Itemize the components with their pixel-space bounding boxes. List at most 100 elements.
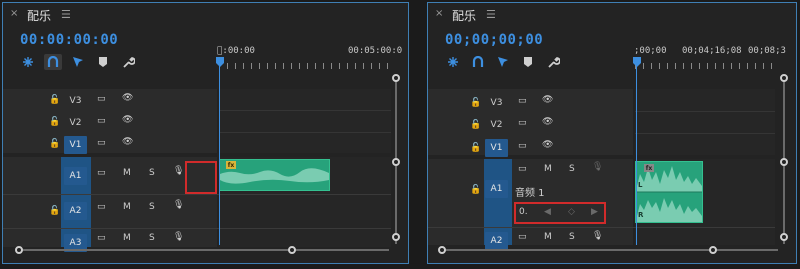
sync-lock-icon[interactable]: ▭: [97, 202, 106, 212]
time-ruler[interactable]: [635, 63, 775, 69]
track-name-a2[interactable]: A2: [485, 232, 508, 250]
scroll-knob[interactable]: [780, 158, 788, 166]
mute-button[interactable]: M: [544, 164, 552, 174]
scroll-knob[interactable]: [780, 74, 788, 82]
add-marker-icon[interactable]: [94, 54, 112, 70]
lock-icon[interactable]: 🔓: [470, 98, 481, 108]
sync-lock-icon[interactable]: ▭: [518, 96, 527, 106]
video-track-area[interactable]: [635, 89, 775, 155]
time-ruler[interactable]: [219, 63, 391, 69]
solo-button[interactable]: S: [149, 233, 155, 243]
eye-icon[interactable]: 👁: [542, 95, 553, 105]
playhead-timecode[interactable]: 00;00;00;00: [445, 32, 543, 48]
volume-value[interactable]: 0.: [519, 207, 528, 217]
eye-icon[interactable]: 👁: [122, 93, 133, 103]
sync-lock-icon[interactable]: ▭: [97, 233, 106, 243]
panel-title-bar: × 配乐 ☰: [428, 3, 796, 25]
solo-button[interactable]: S: [149, 168, 155, 178]
sync-lock-icon[interactable]: ▭: [97, 116, 106, 126]
eye-icon[interactable]: 👁: [542, 117, 553, 127]
microphone-icon[interactable]: 🎙: [592, 231, 603, 241]
add-keyframe-icon[interactable]: ◇: [568, 207, 575, 217]
left-channel-label: L: [638, 181, 643, 189]
timeline-settings-wrench-icon[interactable]: [544, 54, 562, 70]
track-name-v1[interactable]: V1: [485, 139, 508, 157]
panel-menu-icon[interactable]: ☰: [486, 8, 496, 21]
timeline-panel-right: × 配乐 ☰ 00;00;00;00 ;00;00 00;04;16;08 00…: [427, 2, 797, 264]
sync-lock-icon[interactable]: ▭: [518, 232, 527, 242]
sequence-title[interactable]: 配乐: [452, 7, 476, 24]
ruler-label-end: 00:05:00:0: [348, 46, 403, 56]
track-name-a1[interactable]: A1: [64, 167, 87, 185]
close-tab-icon[interactable]: ×: [10, 8, 18, 19]
track-name-v2[interactable]: V2: [64, 114, 87, 132]
track-name-v3[interactable]: V3: [64, 92, 87, 110]
stereo-audio-clip[interactable]: L R fx: [635, 161, 703, 223]
scroll-knob[interactable]: [392, 158, 400, 166]
timeline-settings-wrench-icon[interactable]: [119, 54, 137, 70]
fx-badge-icon: fx: [644, 164, 654, 172]
track-name-v3[interactable]: V3: [485, 94, 508, 112]
audio-track-name[interactable]: 音频 1: [515, 184, 545, 199]
solo-button[interactable]: S: [569, 232, 575, 242]
video-track-area[interactable]: [219, 89, 391, 153]
sync-lock-icon[interactable]: ▭: [518, 141, 527, 151]
mute-button[interactable]: M: [544, 232, 552, 242]
sync-lock-icon[interactable]: ▭: [97, 138, 106, 148]
mute-button[interactable]: M: [123, 233, 131, 243]
microphone-icon[interactable]: 🎙: [592, 162, 603, 172]
playhead-timecode[interactable]: 00:00:00:00: [20, 32, 118, 48]
scroll-knob[interactable]: [392, 74, 400, 82]
scroll-knob[interactable]: [15, 246, 23, 254]
mute-button[interactable]: M: [123, 168, 131, 178]
timeline-panel-left: × 配乐 ☰ 00:00:00:00  :00:00 00:05:00:0 🔓 …: [2, 2, 409, 264]
sync-lock-icon[interactable]: ▭: [518, 118, 527, 128]
lock-icon[interactable]: 🔓: [49, 95, 60, 105]
lock-icon[interactable]: 🔓: [470, 120, 481, 130]
track-name-v1[interactable]: V1: [64, 136, 87, 154]
eye-icon[interactable]: 👁: [542, 140, 553, 150]
nest-sequence-icon[interactable]: [444, 54, 462, 70]
lock-icon[interactable]: 🔓: [49, 206, 60, 216]
linked-selection-icon[interactable]: [69, 54, 87, 70]
lock-icon[interactable]: 🔓: [49, 139, 60, 149]
microphone-icon[interactable]: 🎙: [173, 200, 184, 210]
microphone-icon[interactable]: 🎙: [173, 232, 184, 242]
track-name-a1[interactable]: A1: [485, 180, 508, 198]
lock-icon[interactable]: 🔓: [49, 117, 60, 127]
scroll-knob[interactable]: [438, 246, 446, 254]
next-keyframe-icon[interactable]: ▶: [591, 207, 598, 217]
nest-sequence-icon[interactable]: [19, 54, 37, 70]
horizontal-scrollbar[interactable]: [17, 249, 389, 251]
scroll-knob[interactable]: [288, 246, 296, 254]
track-name-a2[interactable]: A2: [64, 202, 87, 220]
sequence-title[interactable]: 配乐: [27, 7, 51, 24]
video-track-headers: [428, 89, 633, 155]
panel-menu-icon[interactable]: ☰: [61, 8, 71, 21]
sync-lock-icon[interactable]: ▭: [97, 168, 106, 178]
snap-icon[interactable]: [44, 54, 62, 70]
track-name-v2[interactable]: V2: [485, 116, 508, 134]
lock-icon[interactable]: 🔓: [470, 185, 481, 195]
ruler-label-mid: 00;04;16;08: [682, 46, 742, 56]
solo-button[interactable]: S: [149, 202, 155, 212]
microphone-icon[interactable]: 🎙: [173, 166, 184, 176]
eye-icon[interactable]: 👁: [122, 137, 133, 147]
scroll-knob[interactable]: [709, 246, 717, 254]
solo-button[interactable]: S: [569, 164, 575, 174]
scroll-knob[interactable]: [780, 233, 788, 241]
mute-button[interactable]: M: [123, 202, 131, 212]
scroll-knob[interactable]: [392, 233, 400, 241]
snap-icon[interactable]: [469, 54, 487, 70]
sync-lock-icon[interactable]: ▭: [97, 94, 106, 104]
linked-selection-icon[interactable]: [494, 54, 512, 70]
sync-lock-icon[interactable]: ▭: [518, 164, 527, 174]
lock-icon[interactable]: 🔓: [470, 143, 481, 153]
horizontal-scrollbar[interactable]: [440, 249, 778, 251]
prev-keyframe-icon[interactable]: ◀: [544, 207, 551, 217]
close-tab-icon[interactable]: ×: [435, 8, 443, 19]
add-marker-icon[interactable]: [519, 54, 537, 70]
eye-icon[interactable]: 👁: [122, 115, 133, 125]
fx-badge-icon: fx: [226, 161, 236, 169]
right-channel-label: R: [638, 211, 644, 219]
